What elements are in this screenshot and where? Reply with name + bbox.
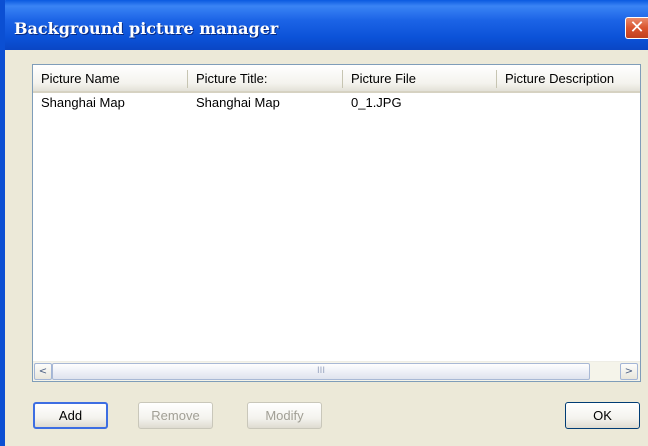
column-header-picture-title[interactable]: Picture Title: [188,65,342,91]
close-icon: ✕ [629,17,645,38]
remove-button[interactable]: Remove [138,402,213,429]
column-header-picture-name[interactable]: Picture Name [33,65,187,91]
dialog-window: Background picture manager ✕ Picture Nam… [0,0,648,446]
modify-button[interactable]: Modify [247,402,322,429]
list-header: Picture Name Picture Title: Picture File… [33,65,640,93]
cell-picture-file: 0_1.JPG [351,95,402,110]
table-row[interactable]: Shanghai Map Shanghai Map 0_1.JPG [33,93,640,113]
close-button[interactable]: ✕ [625,17,648,39]
column-header-picture-file[interactable]: Picture File [343,65,497,91]
cell-picture-title: Shanghai Map [196,95,280,110]
column-header-picture-description[interactable]: Picture Description [497,65,640,91]
chevron-right-icon: > [624,366,634,377]
horizontal-scrollbar[interactable]: < III > [33,361,640,381]
title-bar[interactable]: Background picture manager ✕ [0,0,648,50]
chevron-left-icon: < [38,366,48,377]
window-title: Background picture manager [14,19,279,38]
picture-list[interactable]: Picture Name Picture Title: Picture File… [32,64,641,382]
ok-button[interactable]: OK [565,402,640,429]
scroll-left-button[interactable]: < [34,363,52,380]
scrollbar-thumb[interactable]: III [52,363,590,380]
cell-picture-name: Shanghai Map [41,95,125,110]
grip-icon: III [317,366,325,376]
add-button[interactable]: Add [33,402,108,429]
window-left-border [0,0,5,446]
scroll-right-button[interactable]: > [620,363,638,380]
